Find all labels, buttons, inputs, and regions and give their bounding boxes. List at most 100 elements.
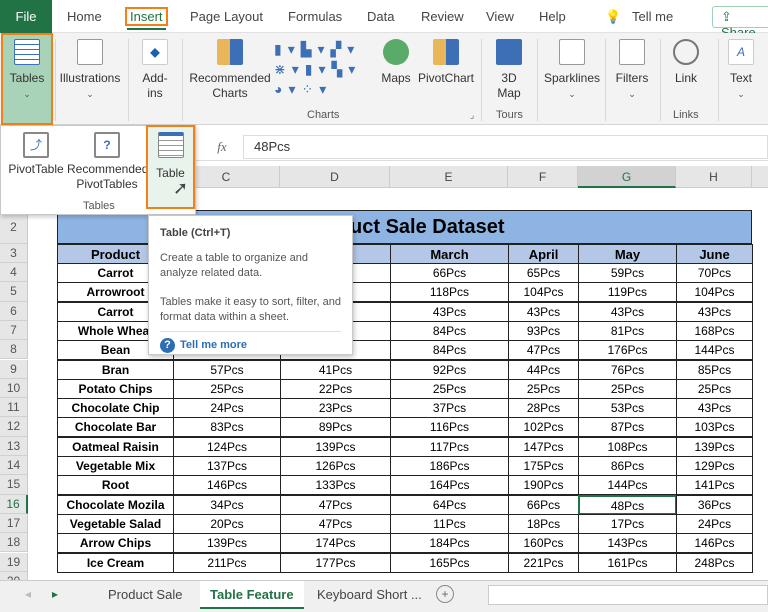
- sales-cell[interactable]: 47Pcs: [280, 513, 391, 534]
- sales-cell[interactable]: 133Pcs: [280, 475, 391, 496]
- product-cell[interactable]: Arrow Chips: [57, 533, 174, 554]
- 3d-map-button[interactable]: 3D Map: [488, 39, 530, 101]
- product-cell[interactable]: Vegetable Mix: [57, 456, 174, 476]
- sales-cell[interactable]: 118Pcs: [390, 282, 509, 303]
- sales-cell[interactable]: 43Pcs: [508, 301, 579, 322]
- scatter-chart-icon[interactable]: ⁘▾: [301, 81, 332, 97]
- sales-cell[interactable]: 66Pcs: [508, 494, 579, 515]
- sales-cell[interactable]: 86Pcs: [578, 456, 677, 476]
- sales-cell[interactable]: 146Pcs: [173, 475, 281, 496]
- column-chart-icon[interactable]: ▮▾: [274, 41, 301, 57]
- sales-cell[interactable]: 23Pcs: [280, 398, 391, 419]
- sales-cell[interactable]: 87Pcs: [578, 417, 677, 438]
- sales-cell[interactable]: 41Pcs: [280, 359, 391, 380]
- sheet-tab-table-feature[interactable]: Table Feature: [200, 581, 304, 609]
- tables-button[interactable]: Tables ⌄: [1, 33, 53, 125]
- tell-me-search[interactable]: Tell me: [632, 9, 673, 24]
- addins-button[interactable]: ◆ Add-ins: [135, 39, 175, 101]
- pivottable-button[interactable]: ⤴ PivotTable: [7, 132, 65, 177]
- column-header-F[interactable]: F: [508, 166, 578, 188]
- sales-cell[interactable]: 53Pcs: [578, 398, 677, 419]
- sales-cell[interactable]: 25Pcs: [676, 378, 753, 399]
- row-header-3[interactable]: 3: [0, 244, 28, 263]
- pie-chart-icon[interactable]: ◕▾: [274, 81, 301, 97]
- sales-cell[interactable]: 44Pcs: [508, 359, 579, 380]
- row-header-19[interactable]: 19: [0, 552, 28, 572]
- row-header-7[interactable]: 7: [0, 320, 28, 341]
- selected-cell[interactable]: 48Pcs: [578, 494, 677, 515]
- sales-cell[interactable]: 43Pcs: [390, 301, 509, 322]
- sales-cell[interactable]: 108Pcs: [578, 436, 677, 457]
- sales-cell[interactable]: 24Pcs: [173, 398, 281, 419]
- sales-cell[interactable]: 175Pcs: [508, 456, 579, 476]
- sales-cell[interactable]: 186Pcs: [390, 456, 509, 476]
- sales-cell[interactable]: 137Pcs: [173, 456, 281, 476]
- tab-view[interactable]: View: [486, 9, 514, 24]
- sales-cell[interactable]: 147Pcs: [508, 436, 579, 457]
- sales-cell[interactable]: 144Pcs: [578, 475, 677, 496]
- sales-cell[interactable]: 57Pcs: [173, 359, 281, 380]
- sales-cell[interactable]: 64Pcs: [390, 494, 509, 515]
- line-chart-icon[interactable]: ⋇▾: [274, 61, 305, 77]
- sales-cell[interactable]: 25Pcs: [508, 378, 579, 399]
- sales-cell[interactable]: 28Pcs: [508, 398, 579, 419]
- sales-cell[interactable]: 126Pcs: [280, 456, 391, 476]
- sales-cell[interactable]: 20Pcs: [173, 513, 281, 534]
- sales-cell[interactable]: 165Pcs: [390, 552, 509, 573]
- statistic-chart-icon[interactable]: ▮▾: [305, 61, 332, 77]
- sales-cell[interactable]: 116Pcs: [390, 417, 509, 438]
- scroll-left-icon[interactable]: ◂: [25, 587, 31, 601]
- sales-cell[interactable]: 65Pcs: [508, 263, 579, 283]
- sales-cell[interactable]: 11Pcs: [390, 513, 509, 534]
- tab-help[interactable]: Help: [539, 9, 566, 24]
- row-header-18[interactable]: 18: [0, 533, 28, 553]
- tell-me-more-link[interactable]: ? Tell me more: [160, 338, 341, 353]
- illustrations-button[interactable]: Illustrations ⌄: [58, 39, 122, 102]
- sales-cell[interactable]: 168Pcs: [676, 320, 753, 341]
- sales-cell[interactable]: 129Pcs: [676, 456, 753, 476]
- recommended-charts-button[interactable]: Recommended Charts: [188, 39, 272, 101]
- sales-cell[interactable]: 104Pcs: [508, 282, 579, 303]
- sales-cell[interactable]: 34Pcs: [173, 494, 281, 515]
- share-button[interactable]: ⇪ Share: [712, 6, 768, 40]
- sales-cell[interactable]: 139Pcs: [280, 436, 391, 457]
- sheet-tab-product-sale[interactable]: Product Sale: [98, 581, 192, 609]
- row-header-11[interactable]: 11: [0, 398, 28, 418]
- filters-button[interactable]: Filters ⌄: [612, 39, 652, 102]
- sales-cell[interactable]: 139Pcs: [676, 436, 753, 457]
- add-sheet-button[interactable]: +: [436, 585, 454, 603]
- sales-cell[interactable]: 85Pcs: [676, 359, 753, 380]
- product-cell[interactable]: Root: [57, 475, 174, 496]
- product-cell[interactable]: Chocolate Bar: [57, 417, 174, 438]
- combo-chart-icon[interactable]: ▚▾: [332, 61, 362, 77]
- sales-cell[interactable]: 146Pcs: [676, 533, 753, 554]
- sales-cell[interactable]: 70Pcs: [676, 263, 753, 283]
- sales-cell[interactable]: 104Pcs: [676, 282, 753, 303]
- sales-cell[interactable]: 81Pcs: [578, 320, 677, 341]
- column-header-cell[interactable]: March: [390, 244, 509, 264]
- tab-data[interactable]: Data: [367, 9, 394, 24]
- column-header-E[interactable]: E: [390, 166, 508, 188]
- sales-cell[interactable]: 143Pcs: [578, 533, 677, 554]
- tab-formulas[interactable]: Formulas: [288, 9, 342, 24]
- row-header-2[interactable]: 2: [0, 210, 28, 244]
- sales-cell[interactable]: 117Pcs: [390, 436, 509, 457]
- sales-cell[interactable]: 124Pcs: [173, 436, 281, 457]
- maps-button[interactable]: Maps: [378, 39, 414, 86]
- sales-cell[interactable]: 89Pcs: [280, 417, 391, 438]
- scroll-right-icon[interactable]: ▸: [52, 587, 58, 601]
- sales-cell[interactable]: 141Pcs: [676, 475, 753, 496]
- tab-home[interactable]: Home: [67, 9, 102, 24]
- sales-cell[interactable]: 93Pcs: [508, 320, 579, 341]
- sales-cell[interactable]: 43Pcs: [676, 301, 753, 322]
- table-button[interactable]: Table ➚: [146, 125, 195, 209]
- sales-cell[interactable]: 211Pcs: [173, 552, 281, 573]
- text-button[interactable]: A Text ⌄: [724, 39, 758, 102]
- sales-cell[interactable]: 174Pcs: [280, 533, 391, 554]
- sales-cell[interactable]: 22Pcs: [280, 378, 391, 399]
- pivotchart-button[interactable]: PivotChart: [416, 39, 476, 86]
- sales-cell[interactable]: 25Pcs: [173, 378, 281, 399]
- product-cell[interactable]: Ice Cream: [57, 552, 174, 573]
- sales-cell[interactable]: 17Pcs: [578, 513, 677, 534]
- dialog-launcher-icon[interactable]: ⌟: [470, 110, 474, 121]
